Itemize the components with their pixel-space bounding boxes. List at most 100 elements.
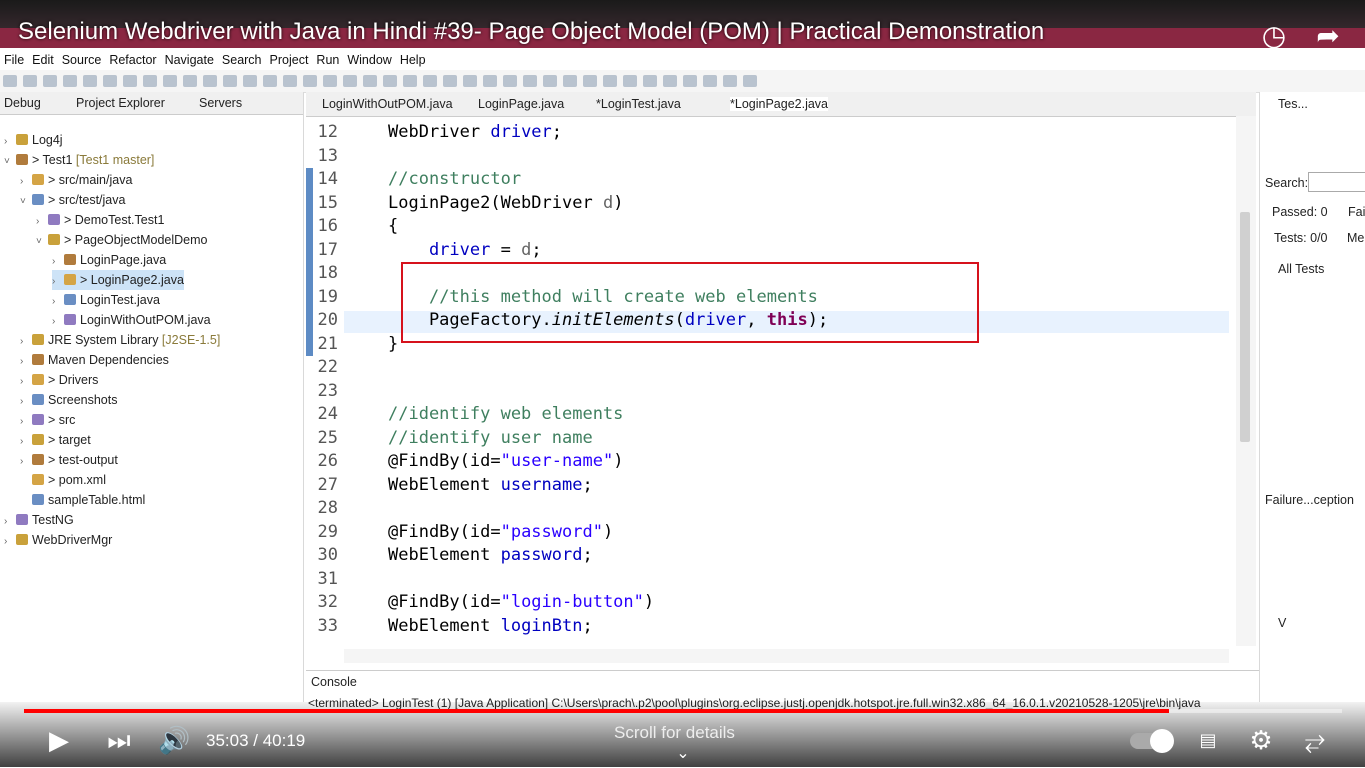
toolbar-button-icon[interactable] [323,75,337,87]
tree-expand-icon[interactable]: › [4,132,14,152]
toolbar-button-icon[interactable] [403,75,417,87]
tab-debug[interactable]: Debug [4,96,41,110]
menu-edit[interactable]: Edit [28,51,58,69]
menu-run[interactable]: Run [312,51,343,69]
code-line[interactable]: 33 WebElement loginBtn; [306,615,1236,638]
tree-expand-icon[interactable]: › [4,532,14,552]
tree-expand-icon[interactable]: › [20,172,30,192]
toolbar-button-icon[interactable] [623,75,637,87]
editor-tab[interactable]: LoginWithOutPOM.java [322,97,453,111]
code-line[interactable]: 27 WebElement username; [306,474,1236,497]
tree-item[interactable]: › > DemoTest.Test1 [36,210,164,230]
tree-item[interactable]: › LoginTest.java [52,290,160,310]
tree-expand-icon[interactable]: › [52,272,62,292]
tree-item[interactable]: sampleTable.html [20,490,145,510]
menu-project[interactable]: Project [266,51,313,69]
tree-item[interactable]: ˅ > src/test/java [20,190,125,210]
tree-expand-icon[interactable]: › [20,432,30,452]
tree-expand-icon[interactable]: › [20,332,30,352]
tree-expand-icon[interactable]: ˅ [20,192,30,212]
toolbar-button-icon[interactable] [583,75,597,87]
tree-expand-icon[interactable]: › [36,212,46,232]
toolbar-button-icon[interactable] [203,75,217,87]
tree-item[interactable]: › > LoginPage2.java [52,270,184,290]
code-line[interactable]: 13 [306,145,1236,168]
code-line[interactable]: 16 { [306,215,1236,238]
code-editor[interactable]: LoginWithOutPOM.java LoginPage.java *Login… [306,92,1256,667]
tree-item[interactable]: › > src [20,410,75,430]
code-line[interactable]: 15 LoginPage2(WebDriver d) [306,192,1236,215]
tree-item[interactable]: > pom.xml [20,470,106,490]
tree-expand-icon[interactable]: ˅ [4,152,14,172]
tree-item[interactable]: › TestNG [4,510,74,530]
tree-expand-icon[interactable]: › [52,312,62,332]
tree-item[interactable]: › Screenshots [20,390,117,410]
menu-window[interactable]: Window [343,51,395,69]
autoplay-knob-icon[interactable] [1150,729,1174,753]
tree-item[interactable]: › > Drivers [20,370,98,390]
tree-expand-icon[interactable]: › [20,452,30,472]
code-line[interactable]: 26 @FindBy(id="user-name") [306,450,1236,473]
toolbar-button-icon[interactable] [643,75,657,87]
tab-all-tests[interactable]: All Tests [1278,262,1324,276]
tree-item[interactable]: › LoginPage.java [52,250,166,270]
code-line[interactable]: 29 @FindBy(id="password") [306,521,1236,544]
menu-source[interactable]: Source [58,51,106,69]
video-title[interactable]: Selenium Webdriver with Java in Hindi #3… [18,18,1044,46]
toolbar-button-icon[interactable] [143,75,157,87]
toolbar-button-icon[interactable] [283,75,297,87]
editor-tab[interactable]: *LoginTest.java [596,97,681,111]
editor-tab[interactable]: LoginPage.java [478,97,564,111]
toolbar-button-icon[interactable] [543,75,557,87]
code-line[interactable]: 17 driver = d; [306,239,1236,262]
toolbar-button-icon[interactable] [263,75,277,87]
tab-project-explorer[interactable]: Project Explorer [76,96,165,110]
menu-search[interactable]: Search [218,51,266,69]
code-line[interactable]: 31 [306,568,1236,591]
settings-gear-icon[interactable]: ⚙ [1246,726,1276,756]
menu-navigate[interactable]: Navigate [161,51,218,69]
editor-tab[interactable]: *LoginPage2.java [730,97,828,111]
toolbar-button-icon[interactable] [63,75,77,87]
tree-expand-icon[interactable]: › [20,372,30,392]
next-icon[interactable]: ⏭ [104,726,134,756]
tree-item[interactable]: ˅ > Test1 [Test1 master] [4,150,154,170]
tree-item[interactable]: ˅ > PageObjectModelDemo [36,230,207,250]
toolbar-button-icon[interactable] [563,75,577,87]
tree-expand-icon[interactable]: › [52,252,62,272]
code-line[interactable]: 24 //identify web elements [306,403,1236,426]
menu-help[interactable]: Help [396,51,430,69]
tree-expand-icon[interactable]: › [20,352,30,372]
toolbar-button-icon[interactable] [223,75,237,87]
toolbar-button-icon[interactable] [243,75,257,87]
toolbar-button-icon[interactable] [703,75,717,87]
play-icon[interactable]: ▶ [44,726,74,756]
editor-scroll-thumb[interactable] [1240,212,1250,442]
tree-item[interactable]: › > test-output [20,450,118,470]
toolbar-button-icon[interactable] [603,75,617,87]
code-line[interactable]: 28 [306,497,1236,520]
toolbar-button-icon[interactable] [463,75,477,87]
tree-expand-icon[interactable]: › [4,512,14,532]
code-line[interactable]: 12 WebDriver driver; [306,121,1236,144]
tree-item[interactable]: › > src/main/java [20,170,132,190]
code-line[interactable]: 25 //identify user name [306,427,1236,450]
toolbar-button-icon[interactable] [663,75,677,87]
code-line[interactable]: 23 [306,380,1236,403]
menu-file[interactable]: File [0,51,28,69]
code-line[interactable]: 30 WebElement password; [306,544,1236,567]
toolbar-button-icon[interactable] [163,75,177,87]
toolbar-button-icon[interactable] [483,75,497,87]
tab-view[interactable]: V [1278,616,1286,630]
tab-servers[interactable]: Servers [199,96,242,110]
toolbar-button-icon[interactable] [383,75,397,87]
toolbar-button-icon[interactable] [3,75,17,87]
toolbar-button-icon[interactable] [723,75,737,87]
menu-refactor[interactable]: Refactor [105,51,160,69]
toolbar-button-icon[interactable] [303,75,317,87]
tree-item[interactable]: › Log4j [4,130,63,150]
toolbar-button-icon[interactable] [343,75,357,87]
toolbar-button-icon[interactable] [743,75,757,87]
toolbar-button-icon[interactable] [123,75,137,87]
captions-icon[interactable]: ▤ [1192,726,1224,756]
